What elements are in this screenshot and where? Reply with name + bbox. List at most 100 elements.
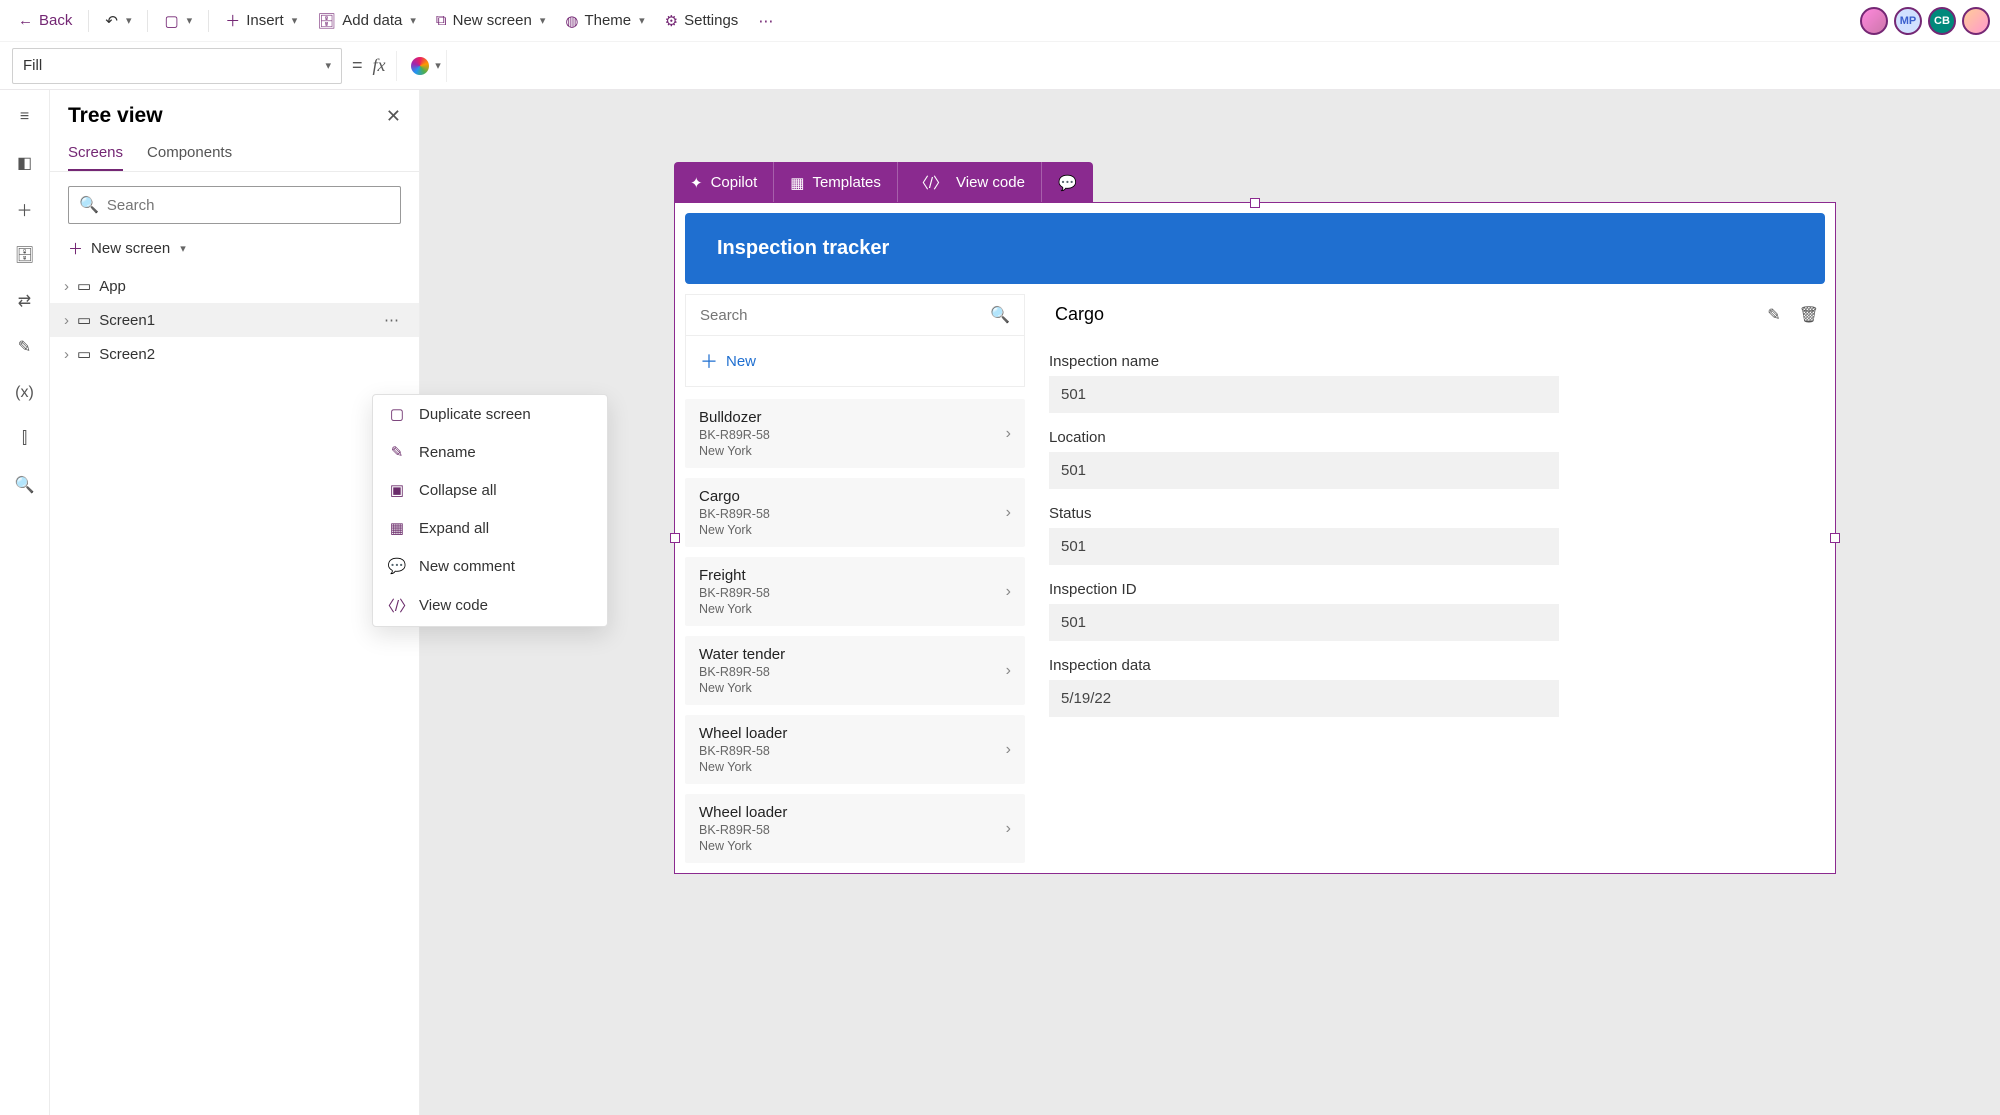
rail-tree-icon[interactable]: ◧ <box>8 146 42 180</box>
back-button[interactable]: ← Back <box>10 8 80 33</box>
settings-button[interactable]: ⚙ Settings <box>657 8 747 34</box>
presence-avatars: MP CB <box>1860 7 1990 35</box>
tab-components[interactable]: Components <box>147 136 232 171</box>
avatar[interactable]: MP <box>1894 7 1922 35</box>
separator <box>208 10 209 32</box>
tree-row-screen2[interactable]: › ▭ Screen2 <box>50 337 419 371</box>
tree-row-screen1[interactable]: › ▭ Screen1 ⋯ <box>50 303 419 337</box>
selection-handle[interactable] <box>1830 533 1840 543</box>
rail-tests-icon[interactable]: ⫿ <box>8 422 42 456</box>
tree-item-label: Screen1 <box>99 312 155 329</box>
color-picker-button[interactable]: ▾ <box>407 50 447 82</box>
toolstrip-chat[interactable]: 💬 <box>1042 162 1093 203</box>
rail-search-icon[interactable]: 🔍 <box>8 468 42 502</box>
delete-icon[interactable]: 🗑 <box>1799 305 1819 325</box>
new-screen-link[interactable]: ＋ New screen ▾ <box>50 232 419 269</box>
add-data-label: Add data <box>342 12 402 29</box>
canvas-toolstrip: ✦ Copilot ▦ Templates 〈/〉 View code 💬 <box>674 162 1093 203</box>
chevron-right-icon: › <box>1006 504 1011 522</box>
new-item-button[interactable]: ＋ New <box>685 336 1025 387</box>
selection-handle[interactable] <box>1250 198 1260 208</box>
ctx-comment[interactable]: 💬 New comment <box>373 547 607 585</box>
toolstrip-copilot[interactable]: ✦ Copilot <box>674 162 774 203</box>
new-screen-button[interactable]: ⧉ New screen ▾ <box>428 8 553 33</box>
property-selector[interactable]: Fill ▾ <box>12 48 342 84</box>
tree-search-input[interactable] <box>107 197 390 214</box>
close-icon[interactable]: ✕ <box>386 106 401 127</box>
tree-row-app[interactable]: › ▭ App <box>50 269 419 303</box>
tree-title: Tree view <box>68 104 163 128</box>
tab-screens[interactable]: Screens <box>68 136 123 171</box>
theme-label: Theme <box>584 12 631 29</box>
page-button[interactable]: ▢ ▾ <box>156 8 200 34</box>
tree-item-label: App <box>99 278 126 295</box>
new-screen-label: New screen <box>453 12 532 29</box>
list-item-sku: BK-R89R-58 <box>699 823 787 837</box>
undo-button[interactable]: ↶ ▾ <box>97 8 139 34</box>
avatar-initials: CB <box>1934 15 1950 27</box>
list-item-title: Wheel loader <box>699 725 787 742</box>
list-item[interactable]: Water tenderBK-R89R-58New York› <box>685 636 1025 705</box>
field-label: Location <box>1049 429 1825 446</box>
list-item[interactable]: Wheel loaderBK-R89R-58New York› <box>685 794 1025 863</box>
avatar[interactable] <box>1860 7 1888 35</box>
list-search[interactable]: 🔍 <box>685 294 1025 336</box>
detail-field: Inspection ID501 <box>1049 581 1825 641</box>
chevron-right-icon: › <box>1006 425 1011 443</box>
chevron-down-icon: ▾ <box>180 242 186 255</box>
field-value: 501 <box>1049 604 1559 641</box>
rail-var-icon[interactable]: (x) <box>8 376 42 410</box>
rail-plus-icon[interactable]: ＋ <box>8 192 42 226</box>
design-canvas[interactable]: Inspection tracker 🔍 ＋ New BulldozerBK-R… <box>674 202 1836 874</box>
detail-field: Location 501 <box>1049 429 1825 489</box>
list-item[interactable]: CargoBK-R89R-58New York› <box>685 478 1025 547</box>
list-item-sku: BK-R89R-58 <box>699 744 787 758</box>
toolstrip-label: View code <box>956 174 1025 191</box>
insert-label: Insert <box>246 12 284 29</box>
plus-icon: ＋ <box>68 238 83 259</box>
list-item-loc: New York <box>699 681 785 695</box>
ctx-collapse[interactable]: ▣ Collapse all <box>373 471 607 509</box>
ctx-expand[interactable]: ▦ Expand all <box>373 509 607 547</box>
add-data-button[interactable]: 🗄 Add data ▾ <box>309 8 424 34</box>
insert-button[interactable]: ＋ Insert ▾ <box>217 6 305 35</box>
list-search-input[interactable] <box>700 307 990 324</box>
property-label: Fill <box>23 57 42 74</box>
new-label: New <box>726 353 756 370</box>
ctx-duplicate[interactable]: ▢ Duplicate screen <box>373 395 607 433</box>
copilot-icon: ✦ <box>690 174 703 192</box>
theme-button[interactable]: ◍ Theme ▾ <box>557 8 652 34</box>
search-icon[interactable]: 🔍 <box>990 305 1010 325</box>
code-icon: 〈/〉 <box>914 172 948 193</box>
detail-actions: ✎ 🗑 <box>1767 305 1819 325</box>
overflow-button[interactable]: ⋯ <box>750 8 781 34</box>
chevron-right-icon: › <box>1006 662 1011 680</box>
avatar[interactable] <box>1962 7 1990 35</box>
ctx-viewcode[interactable]: 〈/〉 View code <box>373 585 607 626</box>
toolstrip-templates[interactable]: ▦ Templates <box>774 162 898 203</box>
toolstrip-viewcode[interactable]: 〈/〉 View code <box>898 162 1042 203</box>
detail-title: Cargo <box>1055 304 1104 325</box>
new-screen-label: New screen <box>91 240 170 257</box>
list-item[interactable]: BulldozerBK-R89R-58New York› <box>685 399 1025 468</box>
rail-data-icon[interactable]: 🗄 <box>8 238 42 272</box>
chevron-right-icon: › <box>1006 820 1011 838</box>
field-value: 501 <box>1049 452 1559 489</box>
left-rail: ≡ ◧ ＋ 🗄 ⇄ ✎ (x) ⫿ 🔍 <box>0 90 50 1115</box>
collapse-icon: ▣ <box>387 481 407 499</box>
rail-hamburger[interactable]: ≡ <box>8 100 42 134</box>
more-icon[interactable]: ⋯ <box>384 311 401 329</box>
avatar[interactable]: CB <box>1928 7 1956 35</box>
edit-icon[interactable]: ✎ <box>1767 305 1780 325</box>
canvas-area: ✦ Copilot ▦ Templates 〈/〉 View code 💬 In… <box>420 90 2000 1115</box>
list-item-title: Water tender <box>699 646 785 663</box>
rail-brush-icon[interactable]: ✎ <box>8 330 42 364</box>
field-value: 501 <box>1049 376 1559 413</box>
rail-flow-icon[interactable]: ⇄ <box>8 284 42 318</box>
list-item[interactable]: FreightBK-R89R-58New York› <box>685 557 1025 626</box>
list-item[interactable]: Wheel loaderBK-R89R-58New York› <box>685 715 1025 784</box>
selection-handle[interactable] <box>670 533 680 543</box>
tree-search-box[interactable]: 🔍 <box>68 186 401 224</box>
ctx-rename[interactable]: ✎ Rename <box>373 433 607 471</box>
field-label: Status <box>1049 505 1825 522</box>
